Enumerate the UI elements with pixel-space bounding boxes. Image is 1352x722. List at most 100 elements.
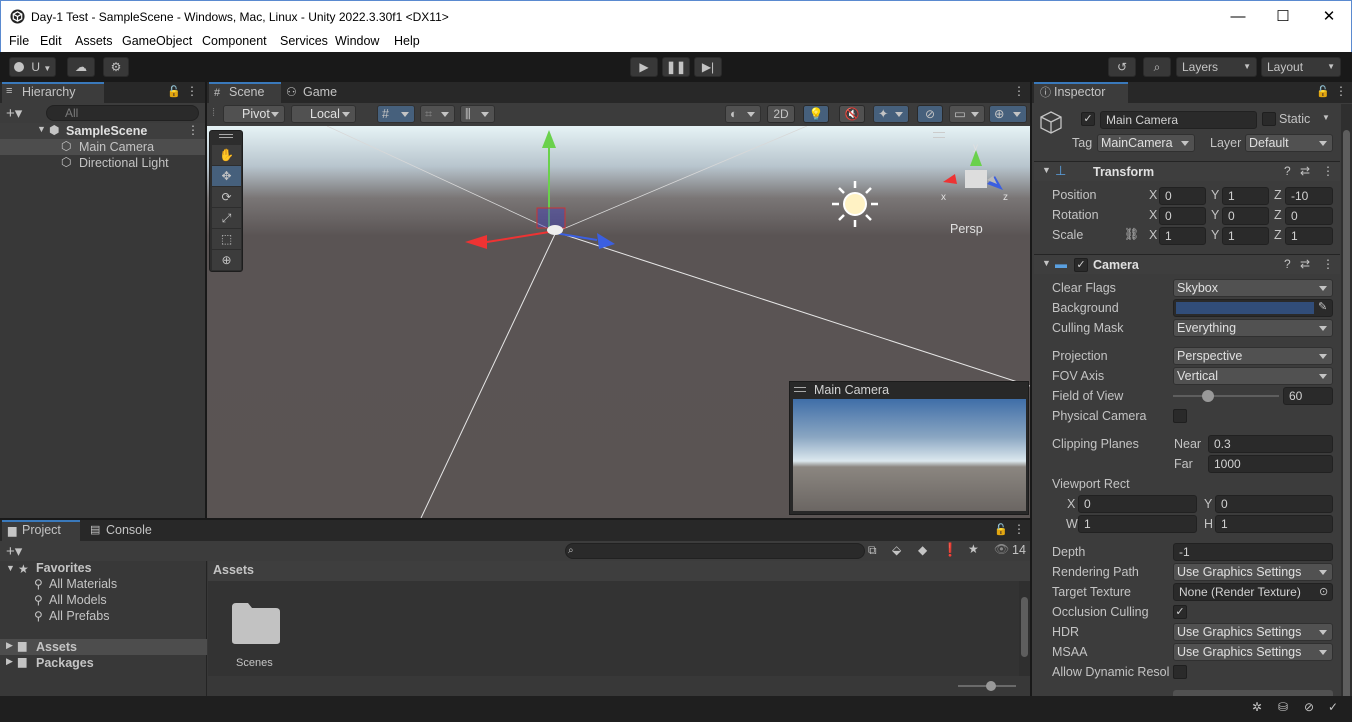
near-field[interactable]: 0.3 [1208, 435, 1333, 453]
scale-z-field[interactable]: 1 [1285, 227, 1333, 245]
palette-handle-icon[interactable] [219, 134, 233, 138]
auto-generate-lighting-icon[interactable]: ⊘ [1304, 700, 1314, 714]
label-icon[interactable]: ◆ [918, 543, 927, 557]
favorites-label[interactable]: Favorites [36, 561, 92, 575]
play-button[interactable]: ▶ [630, 57, 658, 77]
minimize-button[interactable]: — [1215, 5, 1261, 29]
favorite-all-models[interactable]: All Models [49, 593, 107, 607]
persp-label[interactable]: Persp [950, 222, 983, 236]
depth-field[interactable]: -1 [1173, 543, 1333, 561]
viewport-w-field[interactable]: 1 [1078, 515, 1197, 533]
object-name-input[interactable]: Main Camera [1100, 111, 1257, 129]
fov-slider-thumb[interactable] [1201, 390, 1214, 402]
effects-dropdown[interactable]: ✦ [873, 105, 909, 123]
lock-icon[interactable]: 🔓 [1316, 85, 1330, 98]
more-menu-icon[interactable]: ⋮ [1322, 257, 1334, 271]
fov-field[interactable]: 60 [1283, 387, 1333, 405]
tab-inspector[interactable]: ⓘ Inspector [1034, 82, 1128, 103]
layout-dropdown[interactable]: Layout ▼ [1261, 57, 1341, 77]
static-checkbox[interactable] [1262, 112, 1276, 126]
debug-mode-icon[interactable]: ✲ [1252, 700, 1262, 714]
menu-file[interactable]: File [9, 34, 29, 48]
scale-y-field[interactable]: 1 [1222, 227, 1269, 245]
inspector-scrollbar[interactable] [1341, 104, 1352, 700]
favorite-all-prefabs[interactable]: All Prefabs [49, 609, 109, 623]
directional-light-gizmo[interactable] [830, 179, 880, 229]
folder-item-scenes[interactable]: Scenes [224, 597, 288, 677]
search-button[interactable]: ⌕ [1143, 57, 1171, 77]
tab-scene[interactable]: # Scene [209, 82, 281, 103]
camera-enabled-checkbox[interactable]: ✓ [1074, 258, 1088, 272]
local-dropdown[interactable]: Local [291, 105, 356, 123]
menu-assets[interactable]: Assets [75, 34, 113, 48]
assets-scrollbar[interactable] [1019, 581, 1030, 676]
rotation-y-field[interactable]: 0 [1222, 207, 1269, 225]
active-checkbox[interactable]: ✓ [1081, 112, 1095, 126]
cache-server-icon[interactable]: ⛁ [1278, 700, 1288, 714]
lock-icon[interactable]: 🔓 [994, 523, 1008, 536]
far-field[interactable]: 1000 [1208, 455, 1333, 473]
projection-dropdown[interactable]: Perspective [1173, 347, 1333, 365]
occlusion-culling-checkbox[interactable]: ✓ [1173, 605, 1187, 619]
add-icon[interactable]: +▾ [6, 542, 22, 560]
help-icon[interactable]: ? [1284, 257, 1291, 271]
step-button[interactable]: ▶| [694, 57, 722, 77]
menu-services[interactable]: Services [280, 34, 328, 48]
hierarchy-item-directional-light[interactable]: ⬡ Directional Light [0, 155, 205, 171]
hierarchy-item-main-camera[interactable]: ⬡ Main Camera [0, 139, 205, 155]
move-gizmo[interactable] [457, 126, 657, 286]
more-menu-icon[interactable]: ⋮ [187, 123, 199, 137]
tree-item-packages[interactable]: ▶ ▆ Packages [0, 655, 207, 671]
menu-window[interactable]: Window [335, 34, 379, 48]
pivot-dropdown[interactable]: Pivot [223, 105, 285, 123]
lock-icon[interactable]: 🔓 [167, 85, 181, 98]
close-button[interactable]: ✕ [1306, 5, 1352, 29]
preset-icon[interactable]: ⇄ [1300, 257, 1310, 271]
tree-item-assets[interactable]: ▶ ▆ Assets [0, 639, 207, 655]
tag-dropdown[interactable]: MainCamera [1097, 134, 1195, 152]
collab-button[interactable]: ⚙ [103, 57, 129, 77]
transform-tool-icon[interactable]: ⊕ [212, 250, 241, 270]
menu-help[interactable]: Help [394, 34, 420, 48]
fov-slider-track[interactable] [1173, 390, 1279, 402]
warning-filter-icon[interactable]: ❗ [942, 542, 958, 558]
scene-row[interactable]: ▼ ⬢ SampleScene ⋮ [0, 123, 205, 139]
rotate-tool-icon[interactable]: ⟳ [212, 187, 241, 207]
project-search-input[interactable]: ⌕ [565, 543, 865, 559]
more-menu-icon[interactable]: ⋮ [186, 84, 198, 98]
gizmos-dropdown[interactable]: ⊕ [989, 105, 1027, 123]
tab-console[interactable]: ▤ Console [86, 520, 166, 541]
background-color-field[interactable]: ✎ [1173, 299, 1333, 317]
physical-camera-checkbox[interactable] [1173, 409, 1187, 423]
favorite-all-materials[interactable]: All Materials [49, 577, 117, 591]
tab-project[interactable]: ▆ Project [2, 520, 80, 541]
more-menu-icon[interactable]: ⋮ [1013, 522, 1025, 536]
fov-axis-dropdown[interactable]: Vertical [1173, 367, 1333, 385]
hierarchy-search-input[interactable]: All [46, 105, 199, 121]
hdr-dropdown[interactable]: Use Graphics Settings [1173, 623, 1333, 641]
audio-toggle[interactable]: 🔇 [839, 105, 865, 123]
hidden-packages-icon[interactable]: 👁 [994, 542, 1009, 556]
search-by-type-icon[interactable]: ⧉ [868, 543, 877, 558]
camera-dropdown[interactable]: ▭ [949, 105, 985, 123]
undo-history-button[interactable]: ↺ [1108, 57, 1136, 77]
maximize-button[interactable]: ☐ [1260, 5, 1306, 29]
ruler-dropdown[interactable]: ⫼ [460, 105, 495, 123]
breadcrumb[interactable]: Assets [213, 563, 254, 577]
scene-viewport[interactable]: x y z Persp ✋ ✥ ⟳ ⤢ ⬚ ⊕ Main Camera [207, 126, 1030, 518]
add-icon[interactable]: +▾ [6, 104, 22, 122]
preset-icon[interactable]: ⇄ [1300, 164, 1310, 178]
menu-edit[interactable]: Edit [40, 34, 62, 48]
scrollbar-thumb[interactable] [1021, 597, 1028, 657]
target-texture-field[interactable]: None (Render Texture) ⊙ [1173, 583, 1333, 601]
chevron-down-icon[interactable]: ▼ [1322, 113, 1330, 122]
dynamic-resolution-checkbox[interactable] [1173, 665, 1187, 679]
culling-mask-dropdown[interactable]: Everything [1173, 319, 1333, 337]
2d-toggle[interactable]: 2D [767, 105, 795, 123]
progress-icon[interactable]: ✓ [1328, 700, 1338, 714]
viewport-x-field[interactable]: 0 [1078, 495, 1197, 513]
more-menu-icon[interactable]: ⋮ [1322, 164, 1334, 178]
position-x-field[interactable]: 0 [1159, 187, 1206, 205]
layer-dropdown[interactable]: Default [1245, 134, 1333, 152]
overlay-handle-icon[interactable] [933, 132, 945, 138]
